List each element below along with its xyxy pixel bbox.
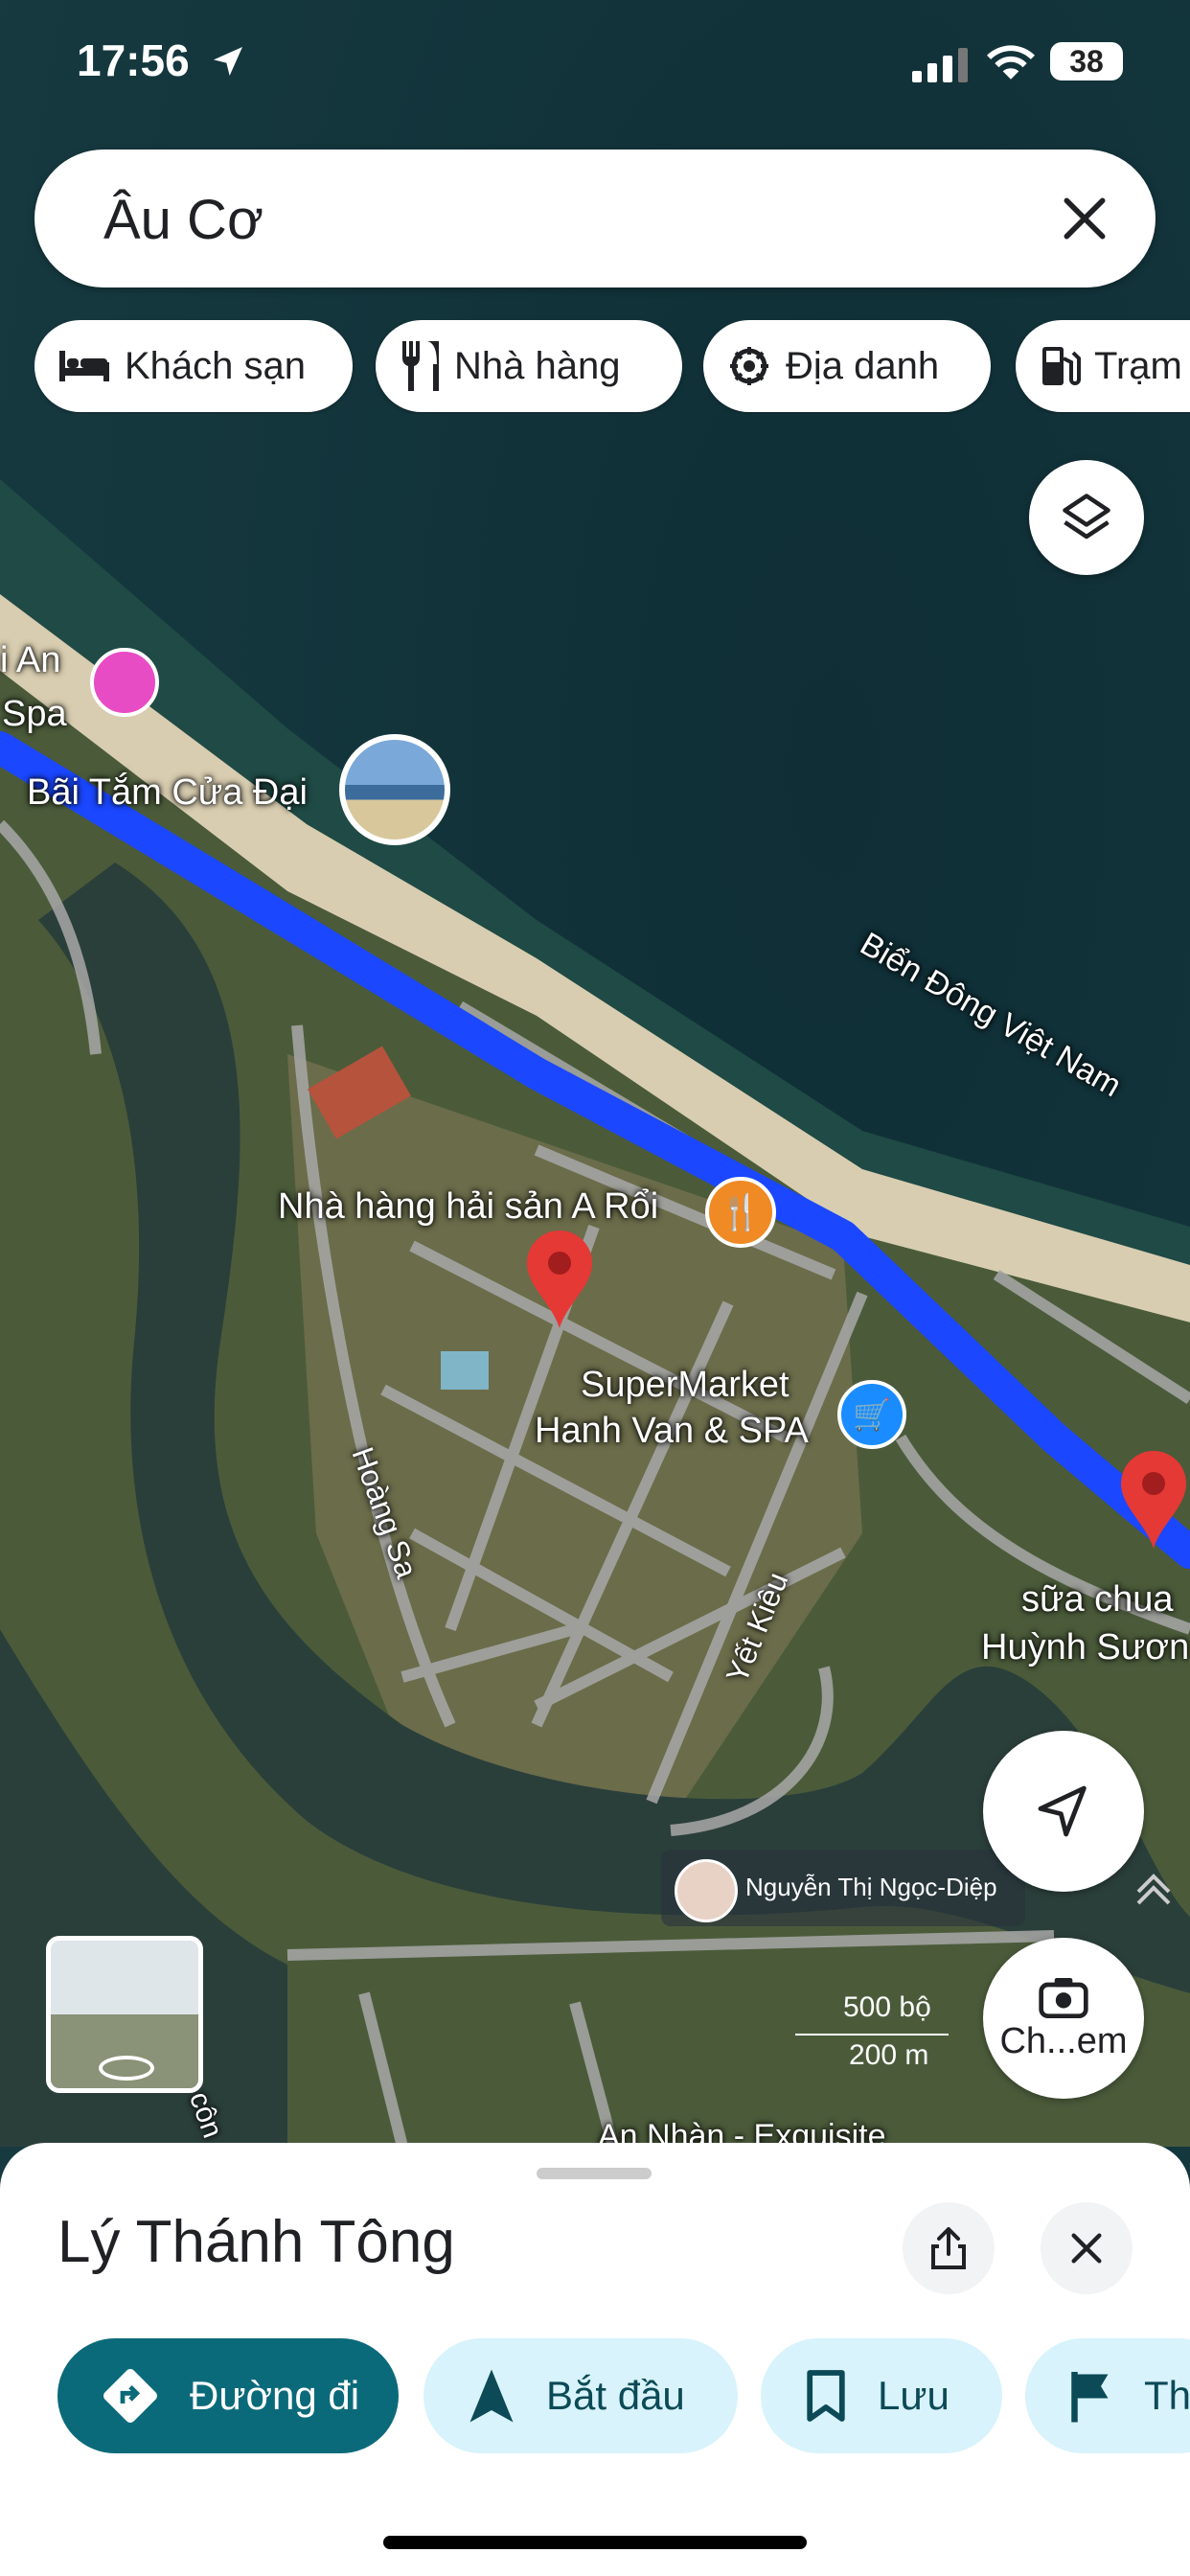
supermarket-label-2[interactable]: Hanh Van & SPA — [535, 1411, 809, 1452]
close-icon — [1071, 2233, 1102, 2264]
close-sheet-button[interactable] — [1041, 2202, 1133, 2294]
red-pin-icon[interactable] — [523, 1229, 596, 1332]
beach-label[interactable]: Bãi Tắm Cửa Đại — [27, 772, 308, 814]
place-title: Lý Thánh Tông — [57, 2209, 455, 2275]
start-button[interactable]: Bắt đầu — [423, 2338, 738, 2453]
status-time: 17:56 — [77, 35, 190, 85]
spa-label[interactable]: i An — [0, 640, 60, 681]
chip-hotels[interactable]: Khách sạn — [34, 320, 353, 412]
share-icon — [931, 2227, 966, 2269]
restaurant-icon — [401, 341, 439, 391]
bed-icon — [59, 351, 109, 381]
chip-label: Khách sạn — [125, 344, 307, 387]
restaurant-pin-icon[interactable]: 🍴 — [705, 1177, 776, 1248]
yogurt-label-2[interactable]: Huỳnh Sươn — [981, 1627, 1189, 1668]
cellular-signal-icon — [912, 48, 968, 82]
share-button[interactable] — [903, 2202, 995, 2294]
street-view-thumbnail[interactable] — [46, 1936, 203, 2093]
lens-label: Ch...em — [999, 2020, 1128, 2061]
save-label: Lưu — [878, 2373, 950, 2418]
my-location-button[interactable] — [983, 1731, 1144, 1892]
map-scale: 500 bộ 200 m — [738, 1991, 958, 2078]
lens-button[interactable]: Ch...em — [983, 1938, 1144, 2099]
gas-station-icon — [1042, 347, 1081, 385]
navigation-arrow-icon — [469, 2369, 514, 2423]
directions-label: Đường đi — [190, 2373, 360, 2418]
contributor-name: Nguyễn Thị Ngọc-Diệp — [745, 1873, 997, 1901]
red-pin-icon-2[interactable] — [1117, 1449, 1190, 1552]
avatar — [675, 1859, 738, 1922]
contributor-badge[interactable]: Nguyễn Thị Ngọc-Diệp — [661, 1850, 1025, 1926]
yogurt-label[interactable]: sữa chua — [1021, 1579, 1174, 1621]
battery-indicator: 38 — [1050, 42, 1123, 80]
chip-gas-stations[interactable]: Trạm — [1016, 320, 1190, 412]
location-arrow-icon — [214, 47, 242, 76]
navigation-arrow-outline-icon — [1038, 1785, 1087, 1837]
label-button[interactable]: Th — [1025, 2338, 1190, 2453]
chevron-up-icon[interactable] — [1131, 1869, 1177, 1907]
camera-lens-icon — [1039, 1977, 1088, 2018]
layers-button[interactable] — [1029, 460, 1144, 575]
supermarket-label[interactable]: SuperMarket — [581, 1365, 790, 1406]
chip-label: Trạm — [1094, 344, 1182, 387]
label-label: Th — [1144, 2373, 1190, 2418]
directions-icon — [103, 2369, 157, 2423]
status-bar: 17:56 38 — [0, 0, 1190, 134]
save-button[interactable]: Lưu — [761, 2338, 1002, 2453]
flag-icon — [1071, 2372, 1109, 2423]
sheet-drag-handle[interactable] — [537, 2168, 652, 2179]
wifi-icon — [987, 45, 1035, 80]
search-bar[interactable]: Âu Cơ — [34, 150, 1156, 288]
chip-restaurants[interactable]: Nhà hàng — [376, 320, 682, 412]
layers-icon — [1063, 494, 1110, 540]
bookmark-icon — [807, 2370, 845, 2422]
chip-label: Nhà hàng — [454, 344, 621, 387]
chip-landmarks[interactable]: Địa danh — [703, 320, 991, 412]
shopping-cart-icon[interactable]: 🛒 — [837, 1380, 906, 1449]
place-bottom-sheet: Lý Thánh Tông Đường đi Bắt đầu Lưu Th — [0, 2143, 1190, 2576]
directions-button[interactable]: Đường đi — [57, 2338, 399, 2453]
spa-label-2[interactable]: Spa — [2, 694, 67, 735]
spa-pin-icon[interactable] — [90, 648, 159, 717]
start-label: Bắt đầu — [546, 2373, 685, 2418]
restaurant-label[interactable]: Nhà hàng hải sản A Rổi — [278, 1186, 658, 1228]
category-chips: Khách sạn Nhà hàng Địa danh Trạm — [34, 320, 1190, 414]
beach-photo-marker[interactable] — [339, 734, 450, 845]
360-rotate-icon — [99, 2056, 154, 2081]
search-query[interactable]: Âu Cơ — [103, 188, 263, 252]
home-indicator[interactable] — [383, 2536, 807, 2549]
landmark-icon — [730, 347, 768, 385]
clear-search-icon[interactable] — [1058, 192, 1111, 245]
chip-label: Địa danh — [786, 344, 940, 387]
